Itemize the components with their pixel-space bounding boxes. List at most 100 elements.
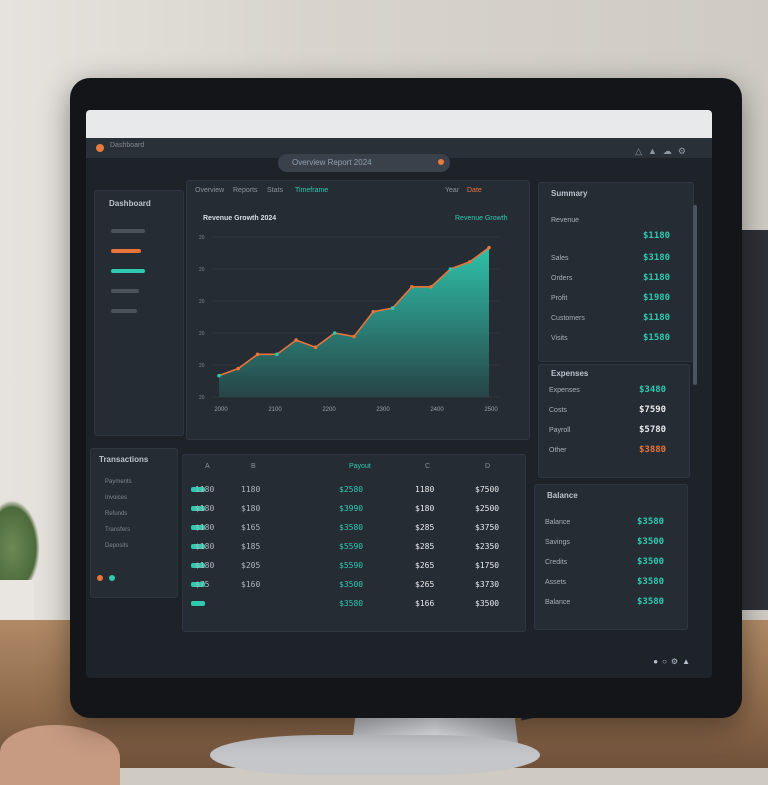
y-tick-label: 20 [199,363,205,369]
summary-row-value: $1180 [643,273,671,283]
table-cell: 1180 [195,485,215,494]
y-tick-label: 20 [199,331,205,337]
row-marker [191,601,205,606]
tab-reports[interactable]: Reports [233,187,258,194]
table-cell: 1180 [415,485,435,494]
search-text: Overview Report 2024 [292,158,372,167]
data-point [313,345,318,350]
cloud-icon[interactable]: ☁ [663,146,678,156]
table-cell: $3730 [475,580,500,589]
table-cell: $265 [415,580,435,589]
chart-panel: Overview Reports Stats Timeframe Year Da… [186,180,530,440]
settings-icon[interactable]: ⚙ [678,146,692,156]
balance-row-value: $3500 [637,537,665,547]
table-cell: $180 [195,504,215,513]
expenses-row-value: $5780 [639,425,667,435]
table-cell: $1750 [475,561,500,570]
transactions-title: Transactions [99,455,149,464]
teal-dot-icon[interactable] [109,575,115,581]
circle-icon[interactable]: ○ [662,657,671,666]
table-cell: $265 [415,561,435,570]
table-cell: $5590 [339,561,364,570]
expenses-panel: Expenses Expenses $3480 Costs $7590 Payroll $… [538,364,690,478]
balance-panel: Balance Balance $3580 Savings $3500 Credits $… [534,484,688,630]
year-control[interactable]: Year [445,187,459,194]
settings-icon[interactable]: ⚙ [671,657,682,666]
transaction-item[interactable]: Deposits [105,543,128,549]
user-icon[interactable]: ▲ [682,657,694,666]
data-point [371,309,376,314]
y-tick-label: 20 [199,267,205,273]
table-cell: $3990 [339,504,364,513]
balance-row-value: $3580 [637,597,665,607]
data-point [294,338,298,342]
table-cell: $285 [415,523,435,532]
expenses-row-label: Costs [549,407,567,414]
table-cell: $2350 [475,542,500,551]
dot-icon[interactable]: ● [653,657,662,666]
search-icon[interactable] [438,159,444,165]
footer-icons: ●○⚙▲ [653,657,694,666]
sidebar-title: Dashboard [109,199,151,208]
sidebar: Dashboard [94,190,184,436]
table-cell: $3580 [339,523,364,532]
table-header[interactable]: Payout [349,463,371,470]
expenses-row-label: Payroll [549,427,571,434]
data-point [217,373,221,378]
transaction-item[interactable]: Transfers [105,527,130,533]
tab-stats[interactable]: Stats [267,187,283,194]
transaction-item[interactable]: Payments [105,479,132,485]
scrollbar[interactable] [693,205,697,385]
y-tick-label: 20 [199,235,205,241]
summary-title: Summary [551,189,588,198]
user-icon[interactable]: △ [635,146,648,156]
balance-row-value: $3580 [637,517,665,527]
search-input[interactable]: Overview Report 2024 [278,154,450,172]
tab-overview[interactable]: Overview [195,187,224,194]
orange-dot-icon[interactable] [97,575,103,581]
table-header[interactable]: A [205,463,210,470]
summary-row-label: Orders [551,275,573,282]
y-tick-label: 20 [199,299,205,305]
table-header[interactable]: C [425,463,430,470]
x-tick-label: 2200 [322,407,336,413]
data-point [429,284,433,289]
bell-icon[interactable]: ▲ [648,146,663,156]
table-cell: $75 [195,580,210,589]
data-point [448,267,453,271]
table-cell: $3500 [475,599,500,608]
transaction-item[interactable]: Refunds [105,511,127,517]
table-cell: $160 [241,580,261,589]
transaction-item[interactable]: Invoices [105,495,127,501]
x-tick-label: 2100 [268,407,282,413]
toolbar-icons: △▲☁⚙ [635,146,692,157]
summary-row-label: Profit [551,295,568,302]
summary-row-value: $1580 [643,333,671,343]
expenses-row-value: $7590 [639,405,667,415]
summary-row-label: Customers [551,315,585,322]
table-cell: 1180 [241,485,261,494]
balance-row-label: Assets [545,579,567,586]
tab-timeframe[interactable]: Timeframe [295,187,328,194]
balance-row-value: $3500 [637,557,665,567]
data-point [236,366,241,371]
chart-legend: Revenue Growth [455,215,508,222]
table-cell: $165 [241,523,261,532]
x-tick-label: 2400 [430,407,444,413]
table-cell: $2580 [339,485,364,494]
data-point [487,245,491,250]
table-cell: $2500 [475,504,500,513]
plant [0,500,40,580]
table-cell: $205 [241,561,261,570]
balance-row-label: Balance [545,519,571,526]
table-cell: $180 [241,504,261,513]
summary-header-value: $1180 [643,231,671,241]
chart-title: Revenue Growth 2024 [203,215,277,222]
logo-icon[interactable] [96,144,104,152]
table-cell: $166 [415,599,435,608]
table-cell: $285 [415,542,435,551]
date-control[interactable]: Date [467,187,482,194]
summary-row-value: $1180 [643,313,671,323]
table-header[interactable]: B [251,463,256,470]
table-header[interactable]: D [485,463,490,470]
